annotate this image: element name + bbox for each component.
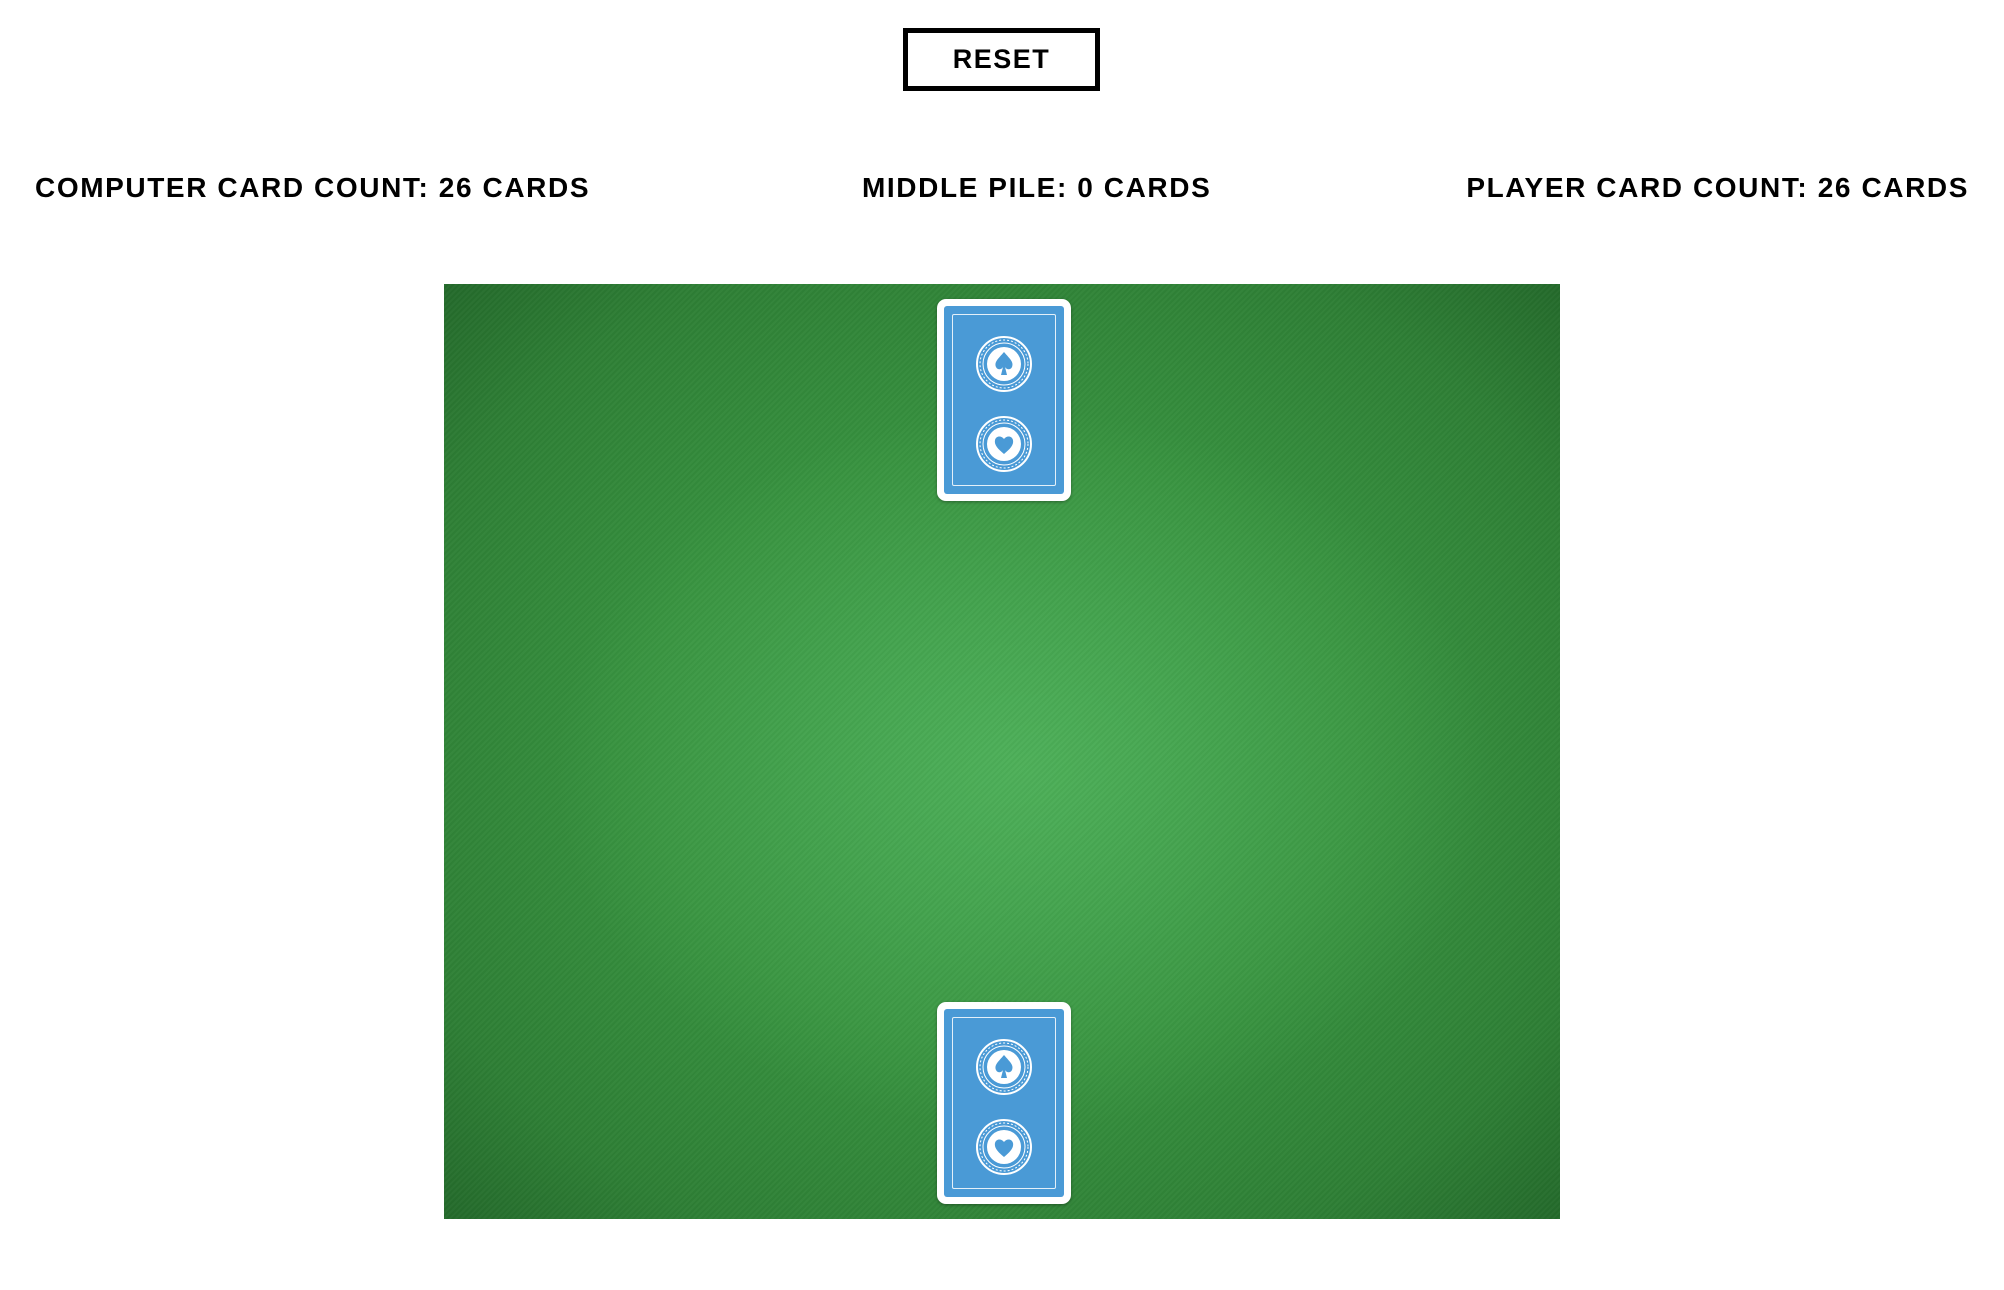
player-card-count: PLAYER CARD COUNT: 26 CARDS [1466,172,1969,203]
game-table [444,284,1560,1219]
heart-emblem-icon [976,416,1032,472]
middle-pile-count: MIDDLE PILE: 0 CARDS [862,172,1212,203]
spade-emblem-icon [976,1039,1032,1095]
war-card-game: RESET COMPUTER CARD COUNT: 26 CARDS MIDD… [0,0,2004,1290]
card-back [944,1009,1064,1197]
heart-emblem-icon [976,1119,1032,1175]
computer-card-count: COMPUTER CARD COUNT: 26 CARDS [35,172,591,203]
player-deck-card[interactable] [937,1002,1071,1204]
computer-deck-card[interactable] [937,299,1071,501]
spade-emblem-icon [976,336,1032,392]
card-back [944,306,1064,494]
reset-button[interactable]: RESET [903,28,1100,91]
